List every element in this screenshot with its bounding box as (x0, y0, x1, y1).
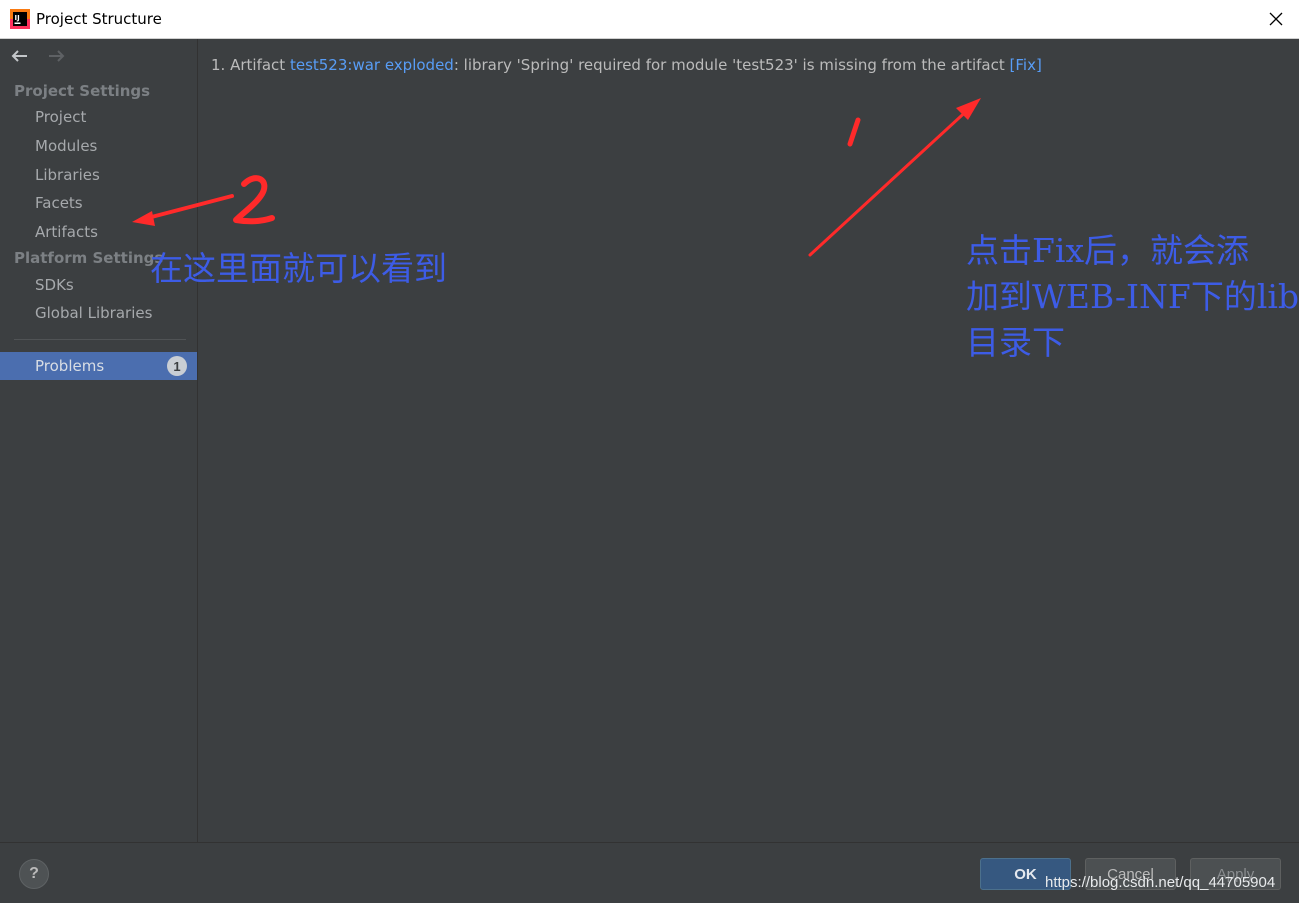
problems-label: Problems (35, 357, 105, 375)
project-settings-header: Project Settings (14, 82, 151, 100)
sidebar-item-artifacts[interactable]: Artifacts (35, 223, 98, 241)
sidebar: Project Settings Project Modules Librari… (0, 39, 198, 842)
window-title: Project Structure (36, 10, 162, 28)
annotation-note-right-line: 加到WEB-INF下的lib (966, 277, 1299, 316)
sidebar-item-modules[interactable]: Modules (35, 137, 97, 155)
problems-count-badge: 1 (167, 356, 187, 376)
sidebar-item-project[interactable]: Project (35, 108, 86, 126)
sidebar-item-problems[interactable]: Problems 1 (0, 352, 197, 380)
nav-arrows (10, 47, 78, 67)
title-bar: IJ Project Structure (0, 0, 1299, 39)
problems-panel: 1. Artifact test523:war exploded: librar… (198, 39, 1299, 842)
annotation-note-right: 点击Fix后，就会添 加到WEB-INF下的lib 目录下 (966, 228, 1299, 366)
sidebar-item-sdks[interactable]: SDKs (35, 276, 74, 294)
sidebar-item-global-libraries[interactable]: Global Libraries (35, 304, 152, 322)
fix-link[interactable]: [Fix] (1010, 56, 1042, 74)
help-button[interactable]: ? (19, 859, 49, 889)
annotation-note-left: 在这里面就可以看到 (150, 249, 447, 288)
sidebar-item-facets[interactable]: Facets (35, 194, 83, 212)
intellij-idea-icon: IJ (10, 9, 30, 29)
annotation-note-right-line: 目录下 (966, 323, 1065, 362)
problem-number: 1. (211, 56, 226, 74)
dialog-footer: ? OK Cancel Apply (0, 842, 1299, 903)
close-icon (1269, 12, 1283, 26)
close-button[interactable] (1253, 0, 1299, 38)
arrow-right-icon[interactable] (46, 47, 66, 65)
platform-settings-header: Platform Settings (14, 249, 164, 267)
problem-message: : library 'Spring' required for module '… (453, 56, 1005, 74)
artifact-link[interactable]: test523:war exploded (290, 56, 454, 74)
problem-prefix: Artifact (230, 56, 286, 74)
svg-text:IJ: IJ (15, 14, 20, 22)
problem-item: 1. Artifact test523:war exploded: librar… (211, 56, 1042, 74)
annotation-note-right-line: 点击Fix后，就会添 (966, 231, 1250, 270)
arrow-left-icon[interactable] (10, 47, 30, 65)
watermark: https://blog.csdn.net/qq_44705904 (1045, 874, 1276, 891)
sidebar-item-libraries[interactable]: Libraries (35, 166, 100, 184)
sidebar-divider (14, 339, 186, 340)
